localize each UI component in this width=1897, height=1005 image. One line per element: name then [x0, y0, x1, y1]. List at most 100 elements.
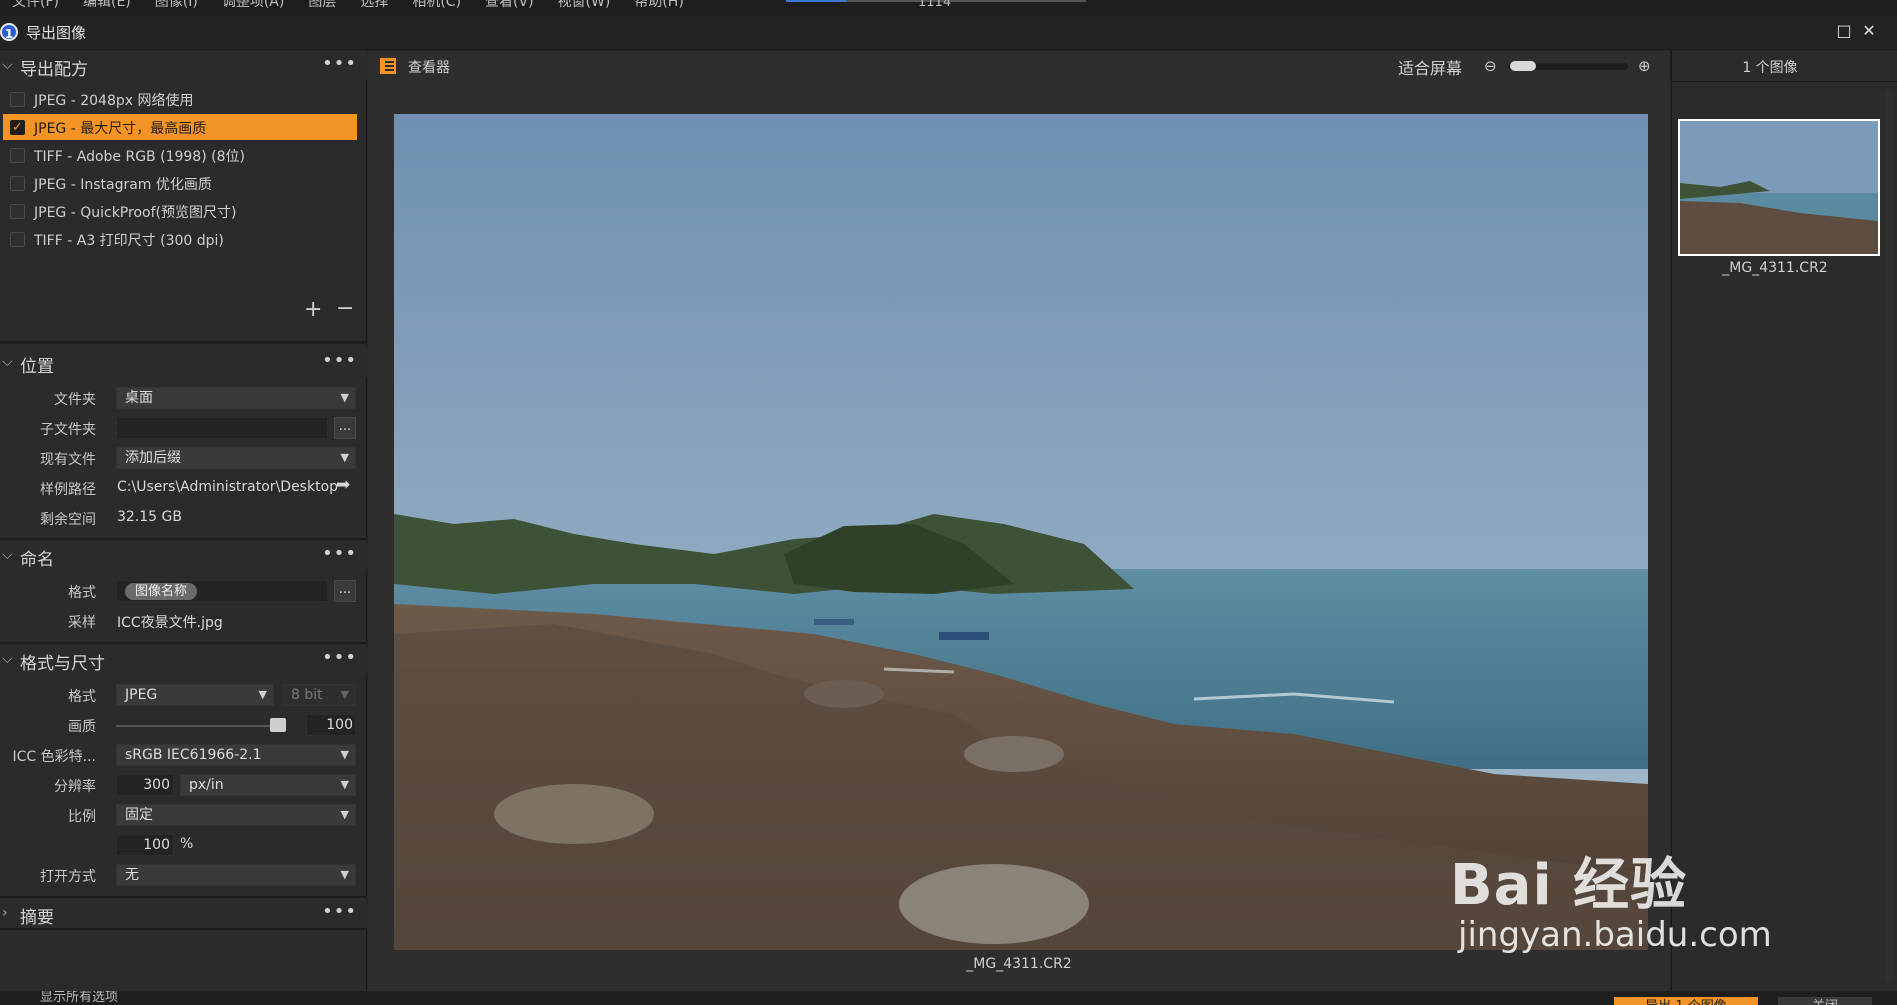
location-title: 位置 — [20, 357, 54, 377]
scale-percent-input[interactable]: 100 — [116, 834, 174, 856]
file-format-label: 格式 — [68, 689, 96, 705]
subfolder-browse-button[interactable]: ... — [334, 417, 356, 439]
open-with-value: 无 — [125, 867, 139, 883]
menu-layers[interactable]: 图层 — [296, 0, 348, 13]
menu-image[interactable]: 图像(I) — [143, 0, 210, 13]
subfolder-label: 子文件夹 — [40, 422, 96, 438]
chevron-down-icon: ▼ — [340, 748, 349, 761]
fit-to-screen-label[interactable]: 适合屏幕 — [1398, 55, 1462, 79]
folder-dropdown[interactable]: 桌面 ▼ — [116, 387, 356, 409]
chevron-down-icon: ▼ — [340, 451, 349, 464]
recipe-label: JPEG - 最大尺寸，最高画质 — [34, 121, 207, 137]
icc-profile-dropdown[interactable]: sRGB IEC61966-2.1 ▼ — [116, 744, 356, 766]
recipe-checkbox-checked[interactable]: ✓ — [10, 120, 25, 135]
recipe-label: JPEG - Instagram 优化画质 — [34, 177, 212, 193]
recipe-label: JPEG - 2048px 网络使用 — [34, 93, 194, 109]
format-size-title: 格式与尺寸 — [20, 654, 105, 674]
recipe-checkbox[interactable] — [10, 92, 25, 107]
free-space-label: 剩余空间 — [40, 512, 96, 528]
zoom-in-icon[interactable]: ⊕ — [1638, 57, 1651, 75]
show-all-options-checkbox[interactable]: 显示所有选项 — [40, 991, 118, 1005]
recipe-checkbox[interactable] — [10, 204, 25, 219]
recipes-header[interactable]: ⌵ 导出配方 ••• — [0, 51, 367, 81]
viewer-title: 查看器 — [408, 60, 450, 76]
dialog-titlebar: 1 导出图像 □ ✕ — [0, 16, 1897, 50]
naming-token[interactable]: 图像名称 — [125, 583, 198, 600]
scale-value: 固定 — [125, 807, 153, 823]
chevron-right-icon: › — [2, 905, 8, 921]
menu-file[interactable]: 文件(F) — [0, 0, 71, 13]
recipe-item[interactable]: JPEG - 2048px 网络使用 — [3, 86, 357, 112]
resolution-input[interactable]: 300 — [116, 774, 174, 796]
chevron-down-icon: ▼ — [340, 778, 349, 791]
recipe-item[interactable]: JPEG - QuickProof(预览图尺寸) — [3, 198, 357, 224]
menu-edit[interactable]: 编辑(E) — [71, 0, 143, 13]
image-filmstrip: 1 个图像 _MG_4311.CR2 — [1671, 51, 1897, 991]
chevron-down-icon: ▼ — [340, 688, 349, 701]
menu-window[interactable]: 视窗(W) — [546, 0, 623, 13]
quality-slider-handle[interactable] — [270, 718, 286, 732]
zoom-slider-handle[interactable] — [1510, 61, 1536, 71]
recipe-checkbox[interactable] — [10, 176, 25, 191]
more-options-icon[interactable]: ••• — [322, 53, 357, 74]
scale-dropdown[interactable]: 固定 ▼ — [116, 804, 356, 826]
menu-center-value: 1114 — [918, 0, 952, 10]
section-divider — [0, 928, 367, 930]
naming-sample-label: 采样 — [68, 615, 96, 631]
remove-recipe-button[interactable]: − — [336, 296, 354, 321]
folder-value: 桌面 — [125, 390, 153, 406]
naming-header[interactable]: ⌵ 命名 ••• — [0, 541, 367, 571]
more-options-icon[interactable]: ••• — [322, 543, 357, 564]
quality-input[interactable]: 100 — [306, 714, 356, 736]
menu-select[interactable]: 选择 — [348, 0, 400, 13]
existing-files-label: 现有文件 — [40, 452, 96, 468]
recipe-item[interactable]: TIFF - A3 打印尺寸 (300 dpi) — [3, 226, 357, 252]
menu-camera[interactable]: 相机(C) — [400, 0, 473, 13]
reveal-arrow-icon[interactable]: ➡ — [336, 475, 350, 495]
naming-title: 命名 — [20, 550, 54, 570]
more-options-icon[interactable]: ••• — [322, 901, 357, 922]
subfolder-input[interactable] — [116, 417, 328, 439]
thumbnail-image — [1680, 121, 1878, 254]
add-recipe-button[interactable]: + — [304, 297, 322, 322]
format-size-header[interactable]: ⌵ 格式与尺寸 ••• — [0, 645, 367, 675]
more-options-icon[interactable]: ••• — [322, 647, 357, 668]
resolution-unit-dropdown[interactable]: px/in ▼ — [180, 774, 356, 796]
recipe-checkbox[interactable] — [10, 232, 25, 247]
thumbnail[interactable] — [1678, 119, 1880, 256]
close-button[interactable]: 关闭 — [1778, 997, 1872, 1005]
preview-image[interactable] — [394, 114, 1648, 950]
naming-format-input[interactable]: 图像名称 — [116, 580, 328, 602]
zoom-out-icon[interactable]: ⊖ — [1484, 57, 1497, 75]
summary-header[interactable]: › 摘要 ••• — [0, 899, 367, 929]
menu-help[interactable]: 帮助(H) — [622, 0, 695, 13]
recipe-item[interactable]: TIFF - Adobe RGB (1998) (8位) — [3, 142, 357, 168]
naming-browse-button[interactable]: ... — [334, 580, 356, 602]
recipe-label: TIFF - A3 打印尺寸 (300 dpi) — [34, 233, 224, 249]
recipe-item[interactable]: JPEG - Instagram 优化画质 — [3, 170, 357, 196]
folder-label: 文件夹 — [54, 392, 96, 408]
naming-sample-value: ICC夜景文件.jpg — [117, 615, 223, 631]
open-with-dropdown[interactable]: 无 ▼ — [116, 864, 356, 886]
section-divider — [0, 896, 367, 898]
existing-files-dropdown[interactable]: 添加后缀 ▼ — [116, 447, 356, 469]
chevron-down-icon: ▼ — [340, 808, 349, 821]
menu-view[interactable]: 查看(V) — [473, 0, 546, 13]
export-button[interactable]: 导出 1 个图像 — [1614, 997, 1758, 1005]
location-header[interactable]: ⌵ 位置 ••• — [0, 348, 367, 378]
recipe-checkbox[interactable] — [10, 148, 25, 163]
recipes-title: 导出配方 — [20, 60, 88, 80]
sample-path-label: 样例路径 — [40, 482, 96, 498]
recipe-item-selected[interactable]: ✓ JPEG - 最大尺寸，最高画质 — [3, 114, 357, 140]
menu-adjustments[interactable]: 调整项(A) — [210, 0, 297, 13]
quality-slider-track[interactable] — [116, 725, 286, 727]
file-format-dropdown[interactable]: JPEG ▼ — [116, 684, 274, 706]
more-options-icon[interactable]: ••• — [322, 350, 357, 371]
close-icon[interactable]: ✕ — [1859, 21, 1879, 41]
chevron-down-icon: ⌵ — [2, 57, 13, 73]
maximize-icon[interactable]: □ — [1834, 21, 1854, 41]
filmstrip-scrollbar[interactable] — [1885, 91, 1893, 981]
percent-sign: % — [180, 836, 194, 852]
summary-title: 摘要 — [20, 908, 54, 928]
menu-items: 文件(F) 编辑(E) 图像(I) 调整项(A) 图层 选择 相机(C) 查看(… — [0, 0, 696, 13]
